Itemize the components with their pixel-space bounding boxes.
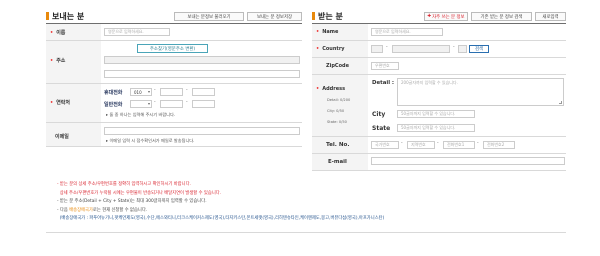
sender-address-line1-input[interactable] xyxy=(104,56,300,64)
state-label: State xyxy=(372,125,391,132)
city-input[interactable]: 50글자까지 입력할 수 있습니다. xyxy=(397,110,475,118)
sender-name-input[interactable]: 영문으로 입력하세요. xyxy=(104,28,170,36)
dash: - xyxy=(186,100,188,105)
dash: - xyxy=(401,141,403,146)
sender-email-label: 이메일 xyxy=(55,134,69,140)
mobile-last-input[interactable] xyxy=(192,88,215,96)
state-char-count: State: 0/50 xyxy=(327,120,347,124)
detail-char-count: Detail: 0/200 xyxy=(327,98,351,102)
dash: - xyxy=(477,141,479,146)
sender-contact-label: • 연락처 xyxy=(50,100,71,106)
receiver-email-input[interactable] xyxy=(371,157,565,165)
phone-last-input[interactable] xyxy=(192,100,215,108)
sender-address-search-button[interactable]: 주소찾기(영문주소 변환) xyxy=(137,44,208,53)
notice-item: (배송장애국가 : 파푸아뉴기니,팟케언제도(영국),수단,에스와티니,터크스케… xyxy=(59,216,385,221)
sender-load-button[interactable]: 보내는 분정보 불러오기 xyxy=(174,12,244,21)
receiver-section-marker xyxy=(312,12,315,20)
mobile-middle-input[interactable] xyxy=(160,88,183,96)
notice-item: - 받는 분 주소(Detail + City + State)는 최대 300… xyxy=(57,199,207,204)
contact-hint: ▸ 둘 중 하나는 입력해 주시기 바랍니다. xyxy=(106,112,176,117)
country-extra-input[interactable] xyxy=(458,45,467,53)
detail-label: Detail : xyxy=(372,80,395,86)
chevron-down-icon: ▾ xyxy=(147,89,150,94)
plus-icon: ✚ xyxy=(427,14,432,19)
city-char-count: City: 0/50 xyxy=(327,109,345,113)
receiver-country-label: • Country xyxy=(316,46,345,52)
mobile-label: 휴대전화 xyxy=(104,90,123,96)
sender-section-marker xyxy=(46,12,49,20)
row-divider xyxy=(312,40,566,41)
dash: - xyxy=(453,45,455,50)
page-bottom-rule xyxy=(46,232,566,233)
zipcode-input[interactable]: 우편번호 xyxy=(371,62,399,70)
tel-area-input[interactable]: 지역번호 xyxy=(407,141,435,149)
dash: - xyxy=(437,141,439,146)
notice-item: - 받는 분의 상세 주소/우편번호를 정확히 입력하시고 확인하시기 바랍니다… xyxy=(57,182,191,187)
detail-textarea[interactable]: 200글자까지 입력할 수 있습니다. xyxy=(397,78,564,106)
chevron-down-icon: ▾ xyxy=(147,101,150,106)
row-divider xyxy=(312,136,566,137)
row-divider xyxy=(312,74,566,75)
receiver-zipcode-label: ZipCode xyxy=(326,63,349,69)
sender-address-line2-input[interactable] xyxy=(104,70,300,78)
notice-item: - 다음 배송장애국가로는 현재 신청할 수 없습니다. xyxy=(57,207,148,213)
row-divider xyxy=(46,40,302,41)
city-label: City xyxy=(372,111,386,118)
receiver-bottom-rule xyxy=(312,170,566,171)
receiver-section-title: 받는 분 xyxy=(318,12,343,21)
row-divider xyxy=(312,57,566,58)
dash: - xyxy=(154,88,156,93)
receiver-email-label: E-mail xyxy=(328,159,347,165)
mobile-prefix-select[interactable]: 010 ▾ xyxy=(130,88,152,96)
tel-country-input[interactable]: 국가번호 xyxy=(371,141,399,149)
dash: - xyxy=(386,45,388,50)
resize-handle[interactable] xyxy=(559,101,562,104)
receiver-name-input[interactable]: 영문으로 입력하세요. xyxy=(371,28,443,36)
sender-email-input[interactable] xyxy=(104,127,300,135)
sender-label-column xyxy=(46,24,101,146)
row-divider xyxy=(46,122,302,123)
tel-number2-input[interactable]: 전화번호2 xyxy=(483,141,515,149)
dash: - xyxy=(186,88,188,93)
row-divider xyxy=(312,153,566,154)
country-code-input[interactable] xyxy=(371,45,383,53)
state-input[interactable]: 50글자까지 입력할 수 있습니다. xyxy=(397,124,475,132)
phone-area-select[interactable]: ▾ xyxy=(130,100,152,108)
receiver-tel-label: Tel. No. xyxy=(326,142,350,148)
receiver-favorites-button[interactable]: ✚ 자주 쓰는 분 정보 xyxy=(424,12,468,21)
phone-label: 일반전화 xyxy=(104,102,123,108)
notice-list: - 받는 분의 상세 주소/우편번호를 정확히 입력하시고 확인하시기 바랍니다… xyxy=(57,181,384,224)
country-search-button[interactable]: 검색 xyxy=(469,45,489,53)
row-divider xyxy=(46,83,302,84)
sender-bottom-rule xyxy=(46,146,302,147)
receiver-new-button[interactable]: 새로입력 xyxy=(535,12,566,21)
tel-number1-input[interactable]: 전화번호1 xyxy=(443,141,475,149)
email-hint: ▸ 이메일 입력 시 접수확인서가 메일로 발송됩니다. xyxy=(106,138,195,143)
receiver-name-label: • Name xyxy=(316,29,339,35)
sender-address-label: • 주소 xyxy=(50,58,66,64)
phone-middle-input[interactable] xyxy=(160,100,183,108)
country-name-input[interactable] xyxy=(392,45,450,53)
receiver-history-button[interactable]: 기존 받는 분 정보 검색 xyxy=(471,12,532,21)
sender-name-label: • 이름 xyxy=(50,30,66,36)
sender-section-title: 보내는 분 xyxy=(52,12,85,21)
notice-item: 상세 주소/우편번호가 누락될 시에는 우편물이 반송되거나 배달지연이 발생할… xyxy=(59,190,222,196)
receiver-address-label: • Address xyxy=(316,86,346,92)
dash: - xyxy=(154,100,156,105)
sender-save-button[interactable]: 보내는 분 정보저장 xyxy=(247,12,302,21)
